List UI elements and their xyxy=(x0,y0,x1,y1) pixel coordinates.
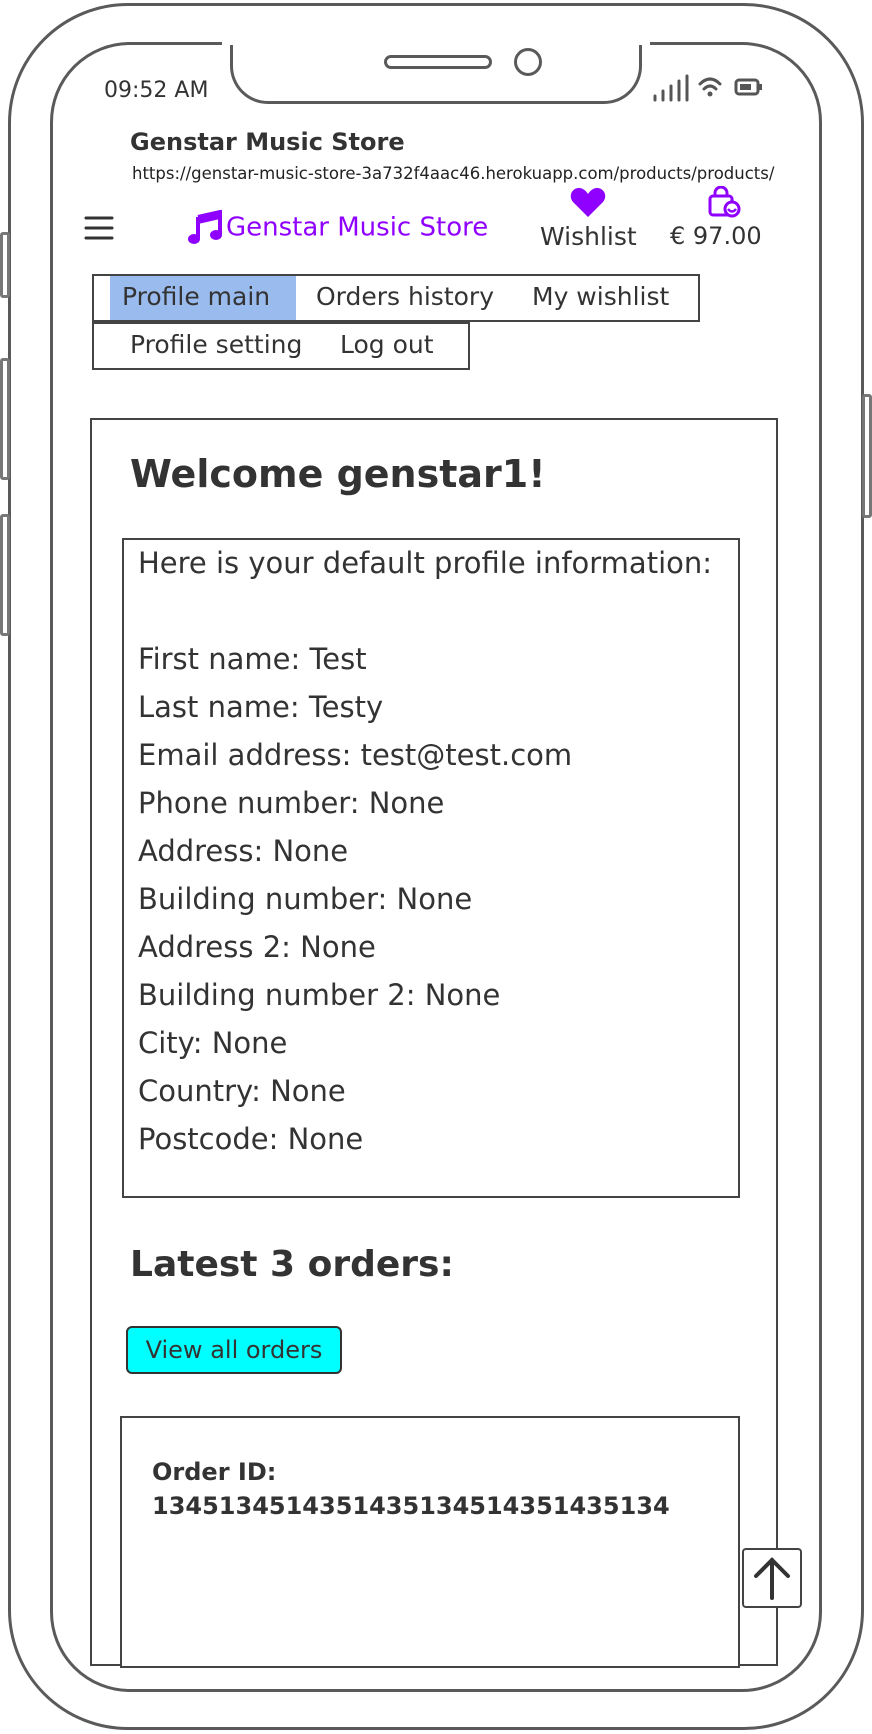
brand-name: Genstar Music Store xyxy=(226,212,489,243)
profile-info-intro: Here is your default profile information… xyxy=(138,546,713,580)
tab-profile-main-label: Profile main xyxy=(122,282,271,311)
heart-icon[interactable] xyxy=(570,188,606,222)
profile-tabs-row-2: Profile setting Log out xyxy=(92,322,470,370)
profile-email: Email address: test@test.com xyxy=(138,738,573,772)
tab-profile-setting[interactable]: Profile setting xyxy=(130,330,302,359)
order-card xyxy=(120,1416,740,1668)
tab-orders-history[interactable]: Orders history xyxy=(316,282,494,311)
profile-tabs-row-1: Profile main Orders history My wishlist xyxy=(92,274,700,322)
tab-my-wishlist[interactable]: My wishlist xyxy=(532,282,669,311)
profile-phone: Phone number: None xyxy=(138,786,445,820)
status-time: 09:52 AM xyxy=(104,78,209,103)
phone-volume-down-button xyxy=(0,514,10,636)
profile-address: Address: None xyxy=(138,834,349,868)
profile-country: Country: None xyxy=(138,1074,346,1108)
profile-building-number-2: Building number 2: None xyxy=(138,978,501,1012)
phone-volume-up-button xyxy=(0,358,10,480)
cart-total[interactable]: € 97.00 xyxy=(670,222,762,250)
tab-profile-main[interactable]: Profile main xyxy=(110,276,296,320)
shopping-bag-icon[interactable] xyxy=(706,185,742,222)
order-id-label: Order ID: xyxy=(152,1458,277,1486)
view-all-orders-button[interactable]: View all orders xyxy=(126,1326,342,1374)
arrow-up-icon xyxy=(754,1557,790,1600)
phone-side-button xyxy=(0,232,10,298)
welcome-heading: Welcome genstar1! xyxy=(130,452,546,496)
profile-first-name: First name: Test xyxy=(138,642,367,676)
speaker-icon xyxy=(384,55,492,69)
signal-wifi-battery-icon xyxy=(653,74,762,102)
phone-power-button xyxy=(862,394,872,518)
brand-link[interactable]: Genstar Music Store xyxy=(186,209,489,246)
profile-city: City: None xyxy=(138,1026,288,1060)
hamburger-menu-icon[interactable] xyxy=(84,215,114,245)
profile-postcode: Postcode: None xyxy=(138,1122,364,1156)
wishlist-link[interactable]: Wishlist xyxy=(540,222,637,251)
profile-last-name: Last name: Testy xyxy=(138,690,384,724)
browser-url[interactable]: https://genstar-music-store-3a732f4aac46… xyxy=(132,164,774,183)
latest-orders-heading: Latest 3 orders: xyxy=(130,1244,454,1285)
profile-building-number: Building number: None xyxy=(138,882,473,916)
back-to-top-button[interactable] xyxy=(742,1548,802,1608)
notch-mask xyxy=(222,36,650,45)
status-icons xyxy=(650,72,766,108)
camera-icon xyxy=(514,48,542,76)
phone-notch xyxy=(230,36,642,104)
profile-address-2: Address 2: None xyxy=(138,930,376,964)
tab-log-out[interactable]: Log out xyxy=(340,330,434,359)
browser-page-title: Genstar Music Store xyxy=(130,128,405,156)
music-note-icon xyxy=(188,209,222,244)
order-id-value: 134513451435143513451435143513​4 xyxy=(152,1492,670,1520)
